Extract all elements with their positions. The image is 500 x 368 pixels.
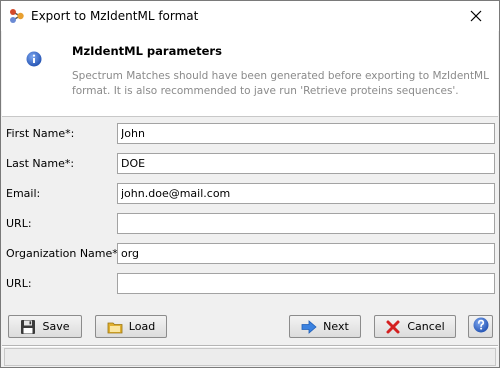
last-name-field[interactable] (117, 153, 495, 174)
header-description: Spectrum Matches should have been genera… (72, 70, 489, 97)
email-label: Email: (6, 187, 41, 200)
next-button[interactable]: Next (289, 315, 361, 338)
dialog-window: Export to MzIdentML format MzIdentML par… (0, 0, 500, 368)
cancel-label: Cancel (407, 320, 445, 333)
email-field[interactable] (117, 183, 495, 204)
organization-name-label: Organization Name*: (6, 247, 122, 260)
help-icon (473, 317, 489, 336)
molecule-icon (9, 8, 25, 24)
url-label: URL: (6, 217, 32, 230)
form-row-first-name: First Name*: (1, 123, 499, 145)
red-x-icon (385, 319, 401, 335)
load-button[interactable]: Load (95, 315, 167, 338)
organization-url-label: URL: (6, 277, 32, 290)
window-title: Export to MzIdentML format (31, 9, 199, 23)
help-button[interactable] (468, 315, 493, 338)
organization-name-field[interactable] (117, 243, 495, 264)
arrow-right-icon (301, 319, 317, 335)
title-bar: Export to MzIdentML format (1, 1, 499, 31)
folder-icon (107, 319, 123, 335)
form-row-organization-name: Organization Name*: (1, 243, 499, 265)
first-name-field[interactable] (117, 123, 495, 144)
close-icon (470, 10, 482, 22)
cancel-button[interactable]: Cancel (374, 315, 456, 338)
load-label: Load (128, 320, 156, 333)
form-row-url: URL: (1, 213, 499, 235)
organization-url-field[interactable] (117, 273, 495, 294)
form-row-organization-url: URL: (1, 273, 499, 295)
form-row-email: Email: (1, 183, 499, 205)
save-button[interactable]: Save (8, 315, 82, 338)
floppy-disk-icon (20, 319, 36, 335)
next-label: Next (323, 320, 349, 333)
status-panel (4, 348, 496, 366)
form-row-last-name: Last Name*: (1, 153, 499, 175)
status-bar (2, 345, 498, 367)
header-title: MzIdentML parameters (72, 44, 222, 58)
header-panel: MzIdentML parameters Spectrum Matches sh… (2, 31, 498, 117)
info-icon (26, 51, 42, 67)
close-button[interactable] (453, 1, 499, 31)
last-name-label: Last Name*: (6, 157, 75, 170)
save-label: Save (42, 320, 70, 333)
url-field[interactable] (117, 213, 495, 234)
first-name-label: First Name*: (6, 127, 75, 140)
